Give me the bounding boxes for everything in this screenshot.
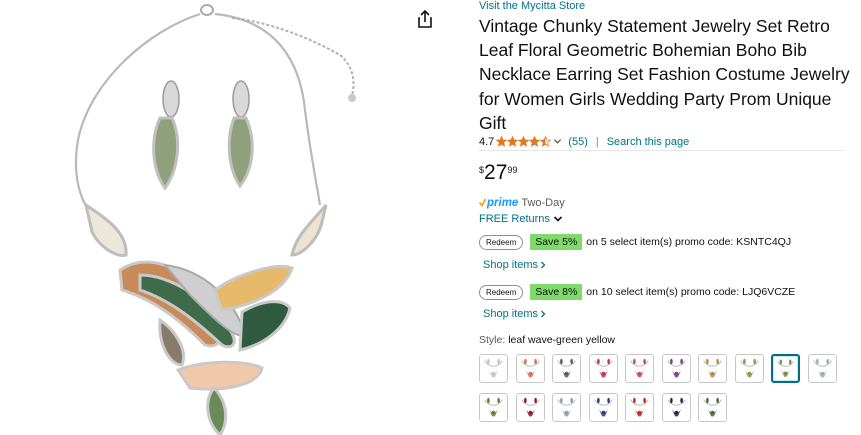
- swatch-thumbnail: [630, 358, 649, 378]
- chevron-down-icon[interactable]: [553, 137, 562, 146]
- star-rating[interactable]: [496, 136, 552, 147]
- swatch-thumbnail: [557, 397, 576, 417]
- star-icon: [496, 136, 508, 147]
- chevron-right-icon: [541, 310, 546, 318]
- swatch-thumbnail: [630, 397, 649, 417]
- promo-row: Redeem Save 5% on 5 select item(s) promo…: [479, 234, 791, 250]
- style-swatch[interactable]: [625, 354, 654, 383]
- redeem-button[interactable]: Redeem: [479, 284, 524, 300]
- swatch-thumbnail: [520, 397, 540, 417]
- shop-items-link[interactable]: Shop items: [483, 308, 546, 320]
- swatch-thumbnail: [703, 397, 722, 417]
- price-whole: 27: [484, 161, 508, 184]
- search-this-page-link[interactable]: Search this page: [607, 136, 690, 148]
- swatch-thumbnail: [666, 397, 686, 417]
- style-swatch[interactable]: [807, 354, 837, 383]
- style-swatch[interactable]: [661, 393, 691, 422]
- style-swatch[interactable]: [661, 354, 691, 383]
- price: $ 27 99: [479, 162, 517, 186]
- share-icon[interactable]: [414, 8, 436, 30]
- save-badge: Save 8%: [530, 284, 583, 300]
- swatch-thumbnail: [557, 358, 576, 378]
- style-swatch[interactable]: [479, 354, 508, 383]
- divider: [479, 150, 844, 151]
- style-value: leaf wave-green yellow: [508, 334, 615, 346]
- style-label: Style:: [479, 334, 509, 346]
- style-swatch[interactable]: [515, 354, 545, 383]
- swatch-thumbnail: [812, 358, 832, 378]
- prime-logo: prime: [487, 196, 519, 209]
- product-title: Vintage Chunky Statement Jewelry Set Ret…: [479, 16, 850, 133]
- promo-text: on 10 select item(s) promo code: LJQ6VCZ…: [586, 286, 796, 298]
- swatch-thumbnail: [776, 359, 795, 377]
- swatch-thumbnail: [666, 358, 686, 378]
- style-swatch[interactable]: [588, 393, 618, 422]
- style-swatch[interactable]: [625, 393, 654, 422]
- swatch-thumbnail: [703, 358, 722, 378]
- shop-items-link[interactable]: Shop items: [483, 259, 546, 271]
- star-icon: [518, 136, 530, 147]
- star-icon: [507, 136, 519, 147]
- free-returns-link[interactable]: FREE Returns: [479, 212, 563, 225]
- price-fraction: 99: [507, 165, 518, 175]
- swatch-thumbnail: [484, 397, 503, 417]
- style-selector-label: Style: leaf wave-green yellow: [479, 334, 615, 346]
- prime-delivery[interactable]: prime Two-Day: [479, 196, 565, 209]
- swatch-thumbnail: [593, 358, 613, 378]
- swatch-thumbnail: [520, 358, 540, 378]
- separator: |: [595, 135, 599, 148]
- rating-value: 4.7: [479, 135, 495, 148]
- chevron-right-icon: [541, 261, 546, 269]
- style-swatch[interactable]: [552, 393, 581, 422]
- free-returns-label: FREE Returns: [479, 212, 550, 225]
- shop-items-label: Shop items: [483, 308, 539, 320]
- style-swatch[interactable]: [771, 354, 800, 383]
- swatch-thumbnail: [593, 397, 613, 417]
- product-image[interactable]: [0, 0, 448, 435]
- rating-row: 4.7 (55) | Search this page: [479, 134, 689, 149]
- store-link[interactable]: Visit the Mycitta Store: [479, 0, 585, 13]
- style-swatch[interactable]: [479, 393, 508, 422]
- swatch-thumbnail: [484, 358, 503, 378]
- prime-detail: Two-Day: [521, 196, 565, 209]
- swatch-thumbnail: [739, 358, 759, 378]
- star-icon: [540, 136, 552, 147]
- shop-items-label: Shop items: [483, 259, 539, 271]
- chevron-down-icon: [553, 215, 562, 222]
- redeem-button[interactable]: Redeem: [479, 234, 524, 250]
- style-swatch[interactable]: [698, 354, 727, 383]
- product-image-panel[interactable]: [0, 0, 448, 435]
- style-swatch[interactable]: [698, 393, 727, 422]
- style-swatch[interactable]: [552, 354, 581, 383]
- style-swatch[interactable]: [515, 393, 545, 422]
- promo-row: Redeem Save 8% on 10 select item(s) prom…: [479, 284, 795, 300]
- ratings-count-link[interactable]: (55): [568, 136, 588, 148]
- promo-text: on 5 select item(s) promo code: KSNTC4QJ: [586, 236, 792, 248]
- style-swatch[interactable]: [588, 354, 618, 383]
- save-badge: Save 5%: [530, 234, 583, 250]
- style-swatch[interactable]: [734, 354, 764, 383]
- star-icon: [529, 136, 541, 147]
- prime-check-icon: [479, 198, 486, 207]
